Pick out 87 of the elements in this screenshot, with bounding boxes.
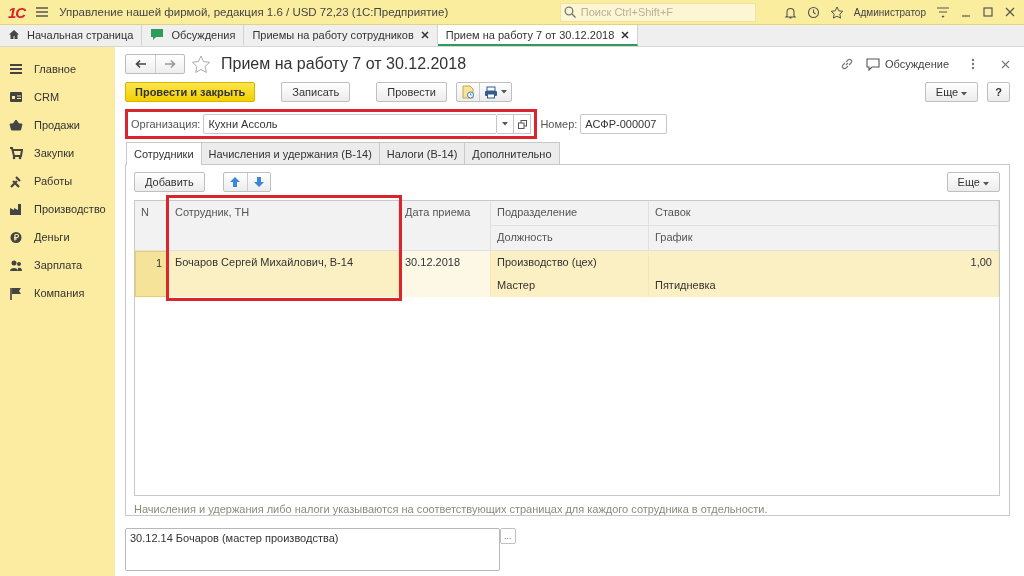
open-button[interactable] [514,114,532,134]
field-label: Номер: [540,118,578,130]
table-cell: 1 [135,251,169,297]
down-arrow-icon [253,176,264,187]
dropdown-button[interactable] [497,114,515,134]
help-button[interactable]: ? [987,82,1010,102]
discussion-button[interactable]: Обсуждение [859,56,955,72]
sidebar-item[interactable]: Зарплата [0,251,115,279]
factory-icon [9,202,23,216]
tab[interactable]: Дополнительно [464,142,560,164]
tab[interactable]: Начисления и удержания (В-14) [200,142,380,164]
organization-field[interactable]: Кухни Ассоль [203,114,498,134]
number-field[interactable]: АСФР-000007 [580,114,668,134]
sidebar-item[interactable]: Главное [0,55,115,83]
window-tab[interactable]: Приемы на работу сотрудников [244,25,438,46]
table-cell: 1,00 [649,251,999,274]
app-logo: 1С [8,3,26,21]
chat-icon [865,57,880,71]
window-tab[interactable]: Прием на работу 7 от 30.12.2018 [437,25,639,46]
sidebar-item[interactable]: Работы [0,167,115,195]
caret-icon [502,122,509,126]
more-button[interactable]: Еще [924,82,979,102]
flag-icon [9,286,23,300]
close-icon[interactable] [420,30,429,39]
caret-icon [501,90,507,94]
post-and-close-button[interactable]: Провести и закрыть [125,82,256,102]
sidebar-item[interactable]: Производство [0,195,115,223]
table-cell: Мастер [491,274,649,297]
table-cell: Пятидневка [649,274,999,297]
tools-icon [9,174,23,188]
window-tab[interactable]: Обсуждения [142,25,245,46]
menu-icon[interactable] [35,6,50,18]
back-arrow-icon [134,59,147,69]
close-icon[interactable] [1004,6,1016,18]
window-tab[interactable]: Начальная страница [0,25,143,46]
command-button[interactable]: Записать [281,82,351,102]
table-cell: Производство (цех) [491,251,649,274]
card-icon [9,90,23,104]
sidebar-item[interactable]: Продажи [0,111,115,139]
star-icon[interactable] [829,5,844,19]
column-header: Подразделение [491,201,649,226]
table-cell: 30.12.2018 [399,251,491,297]
more-button[interactable]: Еще [946,171,1000,192]
link-icon[interactable] [839,57,854,71]
table-cell: Бочаров Сергей Михайлович, В-14 [169,251,399,297]
people-icon [9,258,23,272]
command-button[interactable]: Провести [376,82,447,102]
up-arrow-icon [230,176,241,187]
column-header: N [135,201,169,251]
window-title: Управление нашей фирмой, редакция 1.6 / USD 72,23 (1С:Предприятие) [59,6,450,18]
add-button[interactable]: Добавить [134,171,205,192]
more-vertical-icon[interactable] [971,58,975,70]
user-name[interactable]: Администратор [853,6,926,18]
column-header: Дата приема [399,201,491,251]
comment-field[interactable]: 30.12.14 Бочаров (мастер производства) [125,528,500,571]
caret-icon [961,92,968,96]
select-button[interactable]: ... [500,528,516,544]
history-icon[interactable] [806,5,820,19]
sidebar-item[interactable]: Закупки [0,139,115,167]
open-window-icon [517,119,527,129]
tab[interactable]: Сотрудники [126,142,202,165]
column-header: Ставок [649,201,999,226]
basket-icon [9,118,23,132]
sidebar-item[interactable]: Деньги [0,223,115,251]
chat-icon [150,28,165,41]
maximize-icon[interactable] [982,6,994,18]
document-title: Прием на работу 7 от 30.12.2018 [221,55,468,73]
close-icon[interactable] [621,30,630,39]
sidebar-item[interactable]: CRM [0,83,115,111]
caret-icon [983,181,989,186]
forward-arrow-icon [164,59,176,69]
star-icon[interactable] [191,54,211,74]
home-icon [8,29,20,40]
field-label: Организация: [131,118,201,130]
cart-icon [9,146,23,160]
sidebar-item[interactable]: Компания [0,279,115,307]
column-header: График [649,226,999,251]
search-field[interactable]: Поиск Ctrl+Shift+F [559,2,756,22]
bell-icon[interactable] [783,5,797,19]
list-icon [9,62,23,76]
column-header: Сотрудник, ТН [169,201,399,251]
document-clock-icon [461,85,475,99]
tab[interactable]: Налоги (В-14) [378,142,466,164]
printer-icon [484,85,498,99]
coin-icon [9,230,23,244]
hint-text: Начисления и удержания либо налоги указываются на соответствующих страницах для каждого сотрудника в отдельности. [134,502,769,515]
column-header: Должность [491,226,649,251]
